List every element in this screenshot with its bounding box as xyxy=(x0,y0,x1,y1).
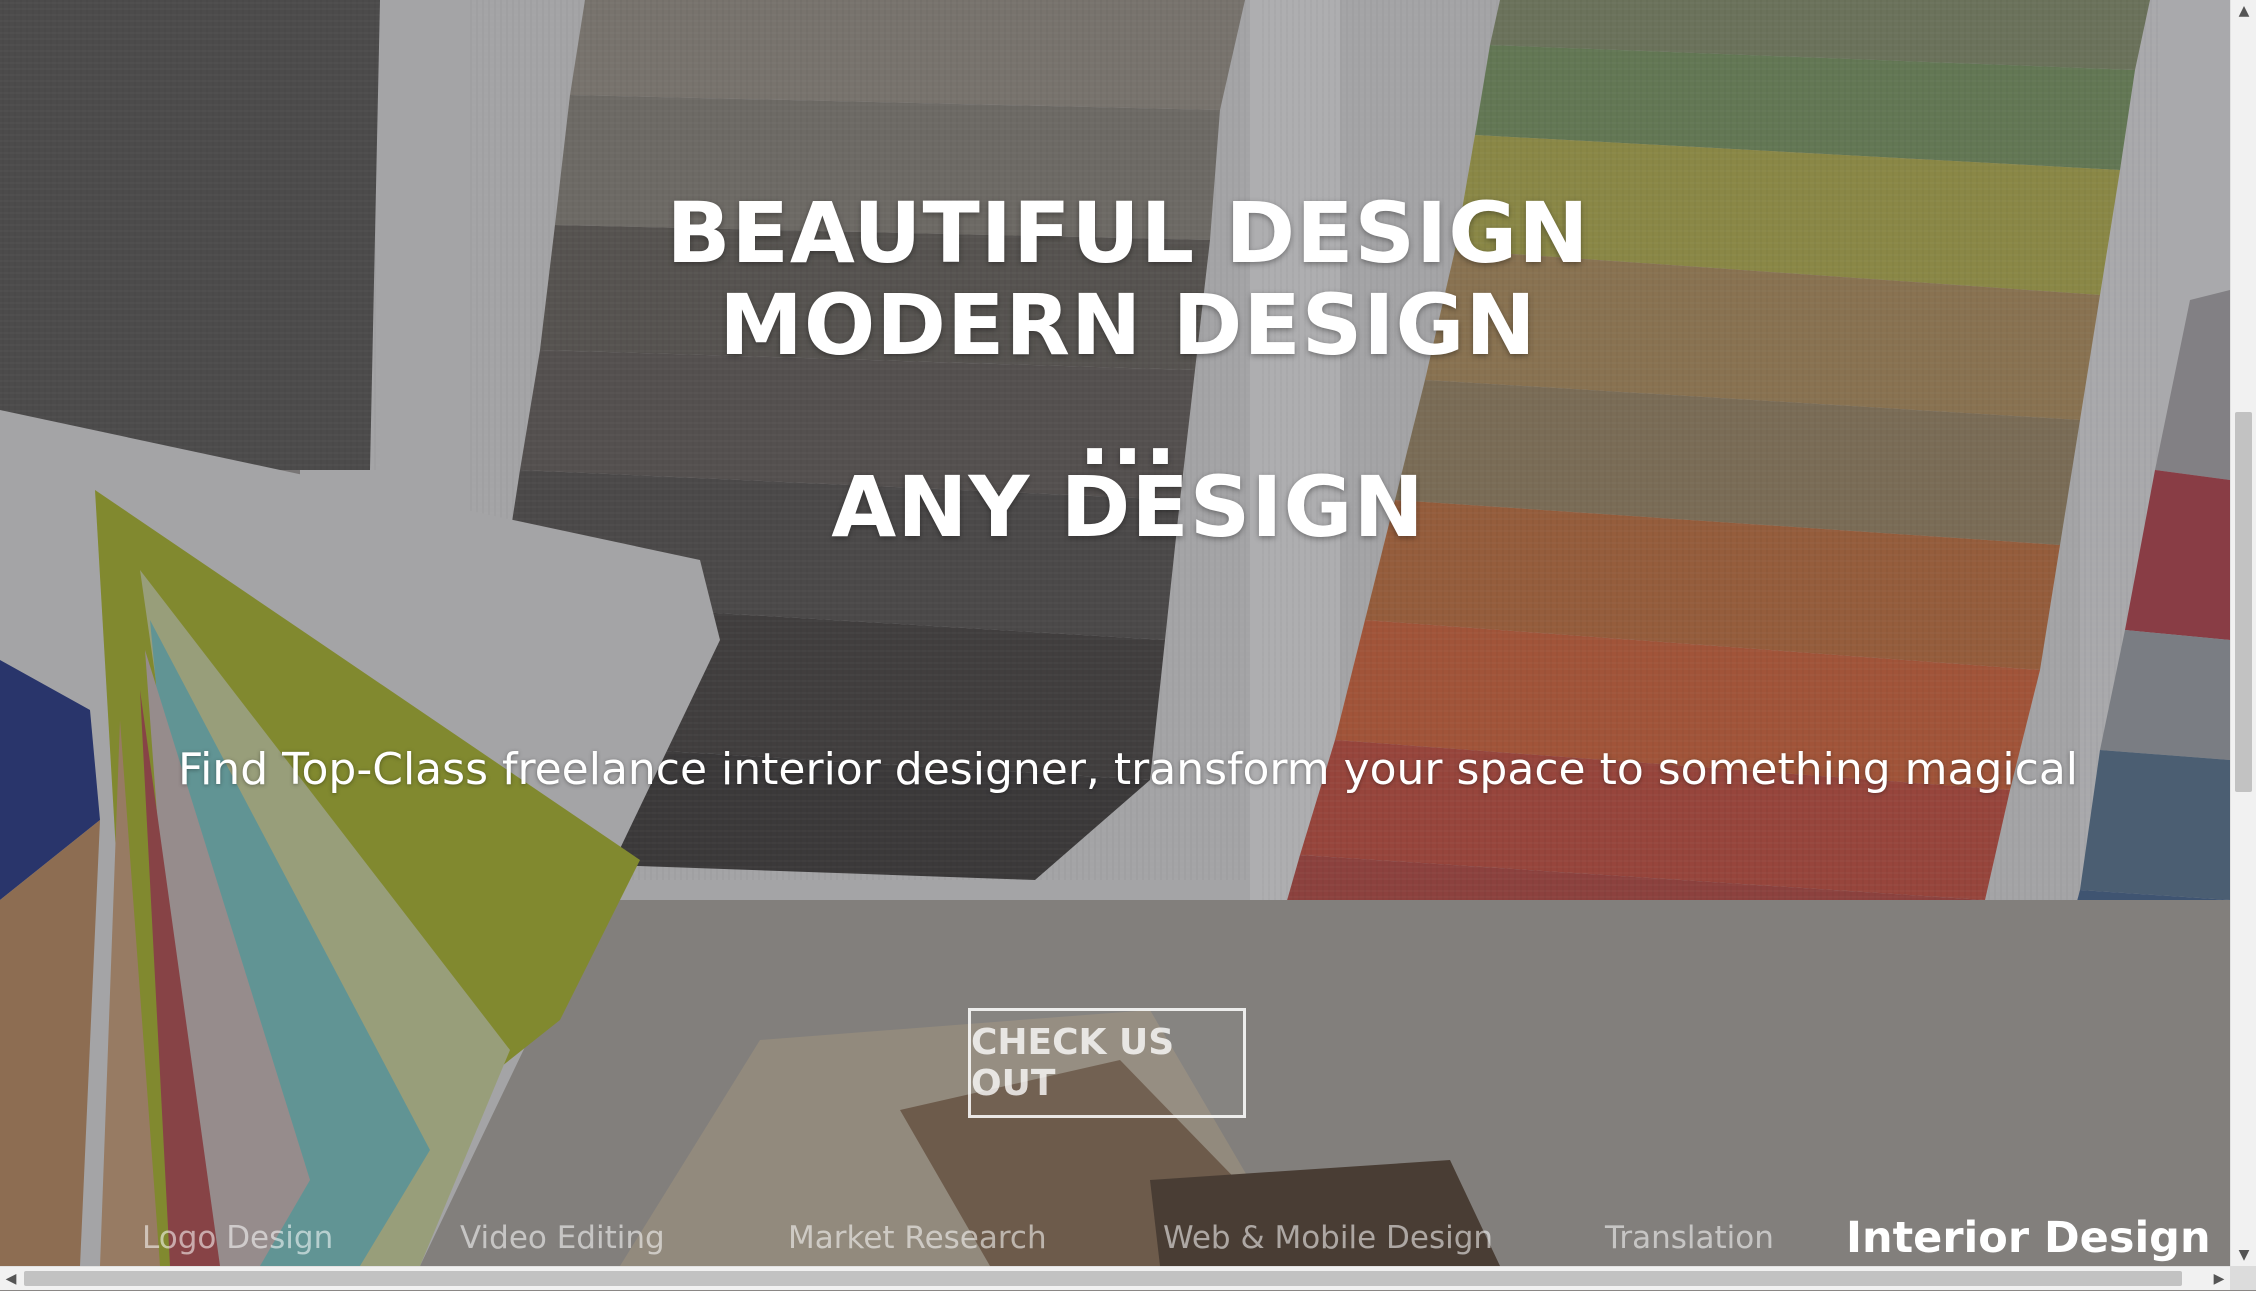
scroll-left-arrow-icon[interactable]: ◀ xyxy=(0,1267,22,1291)
category-market-research[interactable]: Market Research xyxy=(788,1210,1047,1266)
category-video-editing[interactable]: Video Editing xyxy=(460,1210,665,1266)
hero-tagline: Find Top-Class freelance interior design… xyxy=(177,744,2079,795)
scroll-up-arrow-icon[interactable]: ▲ xyxy=(2231,0,2256,22)
horizontal-scroll-thumb[interactable] xyxy=(24,1271,2182,1286)
category-web-mobile-design[interactable]: Web & Mobile Design xyxy=(1163,1210,1493,1266)
category-interior-design[interactable]: Interior Design xyxy=(1846,1210,2211,1266)
horizontal-scrollbar[interactable]: ◀ ▶ xyxy=(0,1266,2230,1290)
headline-line-4: ANY DESIGN xyxy=(831,458,1425,556)
headline-line-1: BEAUTIFUL DESIGN xyxy=(666,184,1590,282)
category-logo-design[interactable]: Logo Design xyxy=(142,1210,333,1266)
scroll-down-arrow-icon[interactable]: ▼ xyxy=(2231,1244,2256,1266)
headline-line-2: MODERN DESIGN xyxy=(719,276,1537,374)
scroll-right-arrow-icon[interactable]: ▶ xyxy=(2208,1267,2230,1291)
scrollbar-corner xyxy=(2230,1266,2256,1290)
check-us-out-button[interactable]: CHECK US OUT xyxy=(968,1008,1246,1118)
category-translation[interactable]: Translation xyxy=(1605,1210,1774,1266)
vertical-scroll-thumb[interactable] xyxy=(2235,412,2252,792)
category-nav: Logo Design Video Editing Market Researc… xyxy=(0,1210,2230,1266)
vertical-scrollbar[interactable]: ▲ ▼ xyxy=(2230,0,2256,1266)
